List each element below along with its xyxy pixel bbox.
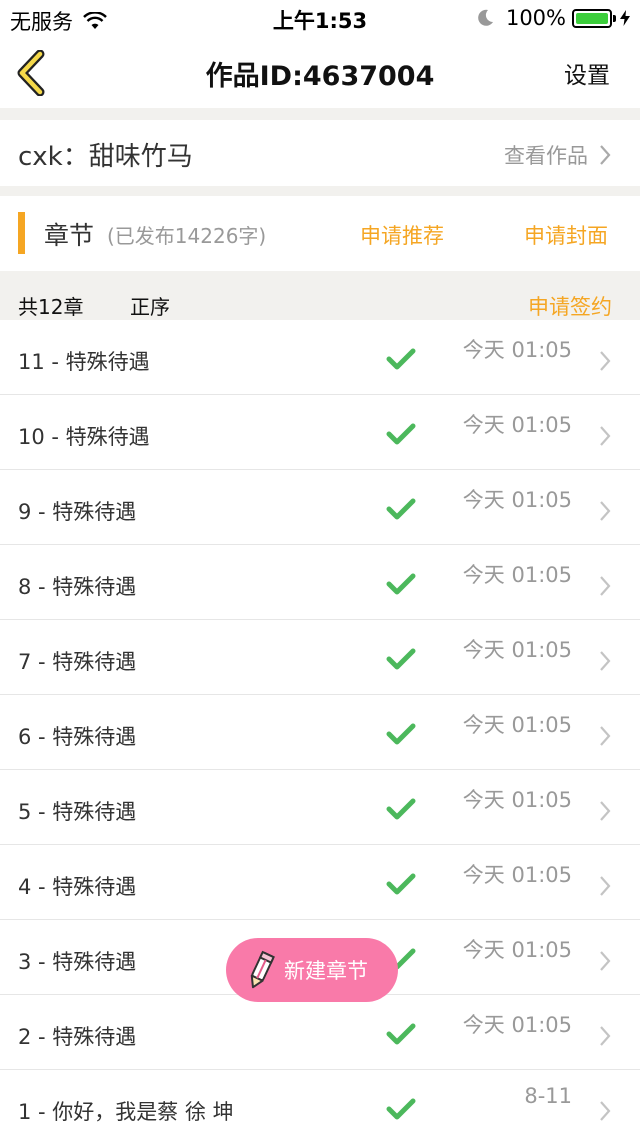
status-bar: 无服务 上午1:53 100% bbox=[0, 0, 640, 36]
chevron-right-icon bbox=[600, 576, 611, 596]
accent-bar bbox=[18, 212, 25, 254]
chevron-right-icon bbox=[600, 801, 611, 821]
apply-recommend-button[interactable]: 申请推荐 bbox=[360, 220, 444, 250]
chevron-right-icon bbox=[600, 651, 611, 671]
chapter-time: 今天 01:05 bbox=[462, 1013, 572, 1037]
divider bbox=[0, 186, 640, 196]
battery-icon bbox=[572, 8, 616, 28]
chapter-section-header: 章节 (已发布14226字) 申请推荐 申请封面 bbox=[0, 196, 640, 270]
chapter-row[interactable]: 11 - 特殊待遇 今天 01:05 bbox=[0, 320, 640, 395]
chapter-time: 今天 01:05 bbox=[462, 713, 572, 737]
chevron-right-icon bbox=[600, 145, 611, 165]
status-right: 100% bbox=[476, 6, 630, 30]
chapter-time: 今天 01:05 bbox=[462, 338, 572, 362]
chapter-time: 今天 01:05 bbox=[462, 788, 572, 812]
chapter-title: 2 - 特殊待遇 bbox=[18, 1025, 137, 1049]
check-icon bbox=[386, 498, 416, 520]
new-chapter-label: 新建章节 bbox=[284, 959, 368, 983]
chapter-row[interactable]: 2 - 特殊待遇 今天 01:05 bbox=[0, 995, 640, 1070]
check-icon bbox=[386, 1098, 416, 1120]
chevron-right-icon bbox=[600, 426, 611, 446]
divider bbox=[0, 108, 640, 120]
check-icon bbox=[386, 798, 416, 820]
chevron-right-icon bbox=[600, 726, 611, 746]
chevron-right-icon bbox=[600, 1026, 611, 1046]
check-icon bbox=[386, 648, 416, 670]
chapter-row[interactable]: 5 - 特殊待遇 今天 01:05 bbox=[0, 770, 640, 845]
chapter-time: 今天 01:05 bbox=[462, 413, 572, 437]
check-icon bbox=[386, 873, 416, 895]
chapter-title: 8 - 特殊待遇 bbox=[18, 575, 137, 599]
work-row[interactable]: cxk：甜味竹马 查看作品 bbox=[0, 120, 640, 186]
chapter-title: 9 - 特殊待遇 bbox=[18, 500, 137, 524]
nav-bar: 作品ID:4637004 设置 bbox=[0, 36, 640, 108]
chapter-title: 5 - 特殊待遇 bbox=[18, 800, 137, 824]
chapter-row[interactable]: 6 - 特殊待遇 今天 01:05 bbox=[0, 695, 640, 770]
bolt-icon bbox=[620, 10, 630, 26]
settings-button[interactable]: 设置 bbox=[564, 56, 610, 90]
chapter-row[interactable]: 7 - 特殊待遇 今天 01:05 bbox=[0, 620, 640, 695]
chapter-row[interactable]: 10 - 特殊待遇 今天 01:05 bbox=[0, 395, 640, 470]
chapter-time: 今天 01:05 bbox=[462, 488, 572, 512]
chapter-total: 共12章 bbox=[18, 295, 84, 319]
view-work-link[interactable]: 查看作品 bbox=[504, 140, 588, 170]
section-title: 章节 bbox=[44, 221, 95, 250]
chapter-time: 今天 01:05 bbox=[462, 563, 572, 587]
sort-order-button[interactable]: 正序 bbox=[130, 291, 170, 320]
pencil-icon bbox=[250, 950, 275, 989]
chapter-title: 7 - 特殊待遇 bbox=[18, 650, 137, 674]
check-icon bbox=[386, 348, 416, 370]
new-chapter-button[interactable]: 新建章节 bbox=[226, 938, 398, 1002]
chevron-right-icon bbox=[600, 351, 611, 371]
chapter-title: 6 - 特殊待遇 bbox=[18, 725, 137, 749]
chevron-right-icon bbox=[600, 876, 611, 896]
chapter-title: 3 - 特殊待遇 bbox=[18, 950, 137, 974]
published-count: (已发布14226字) bbox=[107, 224, 267, 248]
chapter-row[interactable]: 9 - 特殊待遇 今天 01:05 bbox=[0, 470, 640, 545]
chapter-time: 8-11 bbox=[524, 1084, 572, 1108]
chapter-time: 今天 01:05 bbox=[462, 938, 572, 962]
check-icon bbox=[386, 573, 416, 595]
chevron-right-icon bbox=[600, 501, 611, 521]
chapter-time: 今天 01:05 bbox=[462, 863, 572, 887]
chapter-row[interactable]: 4 - 特殊待遇 今天 01:05 bbox=[0, 845, 640, 920]
page-title: 作品ID:4637004 bbox=[205, 61, 435, 92]
check-icon bbox=[386, 423, 416, 445]
chapter-title: 4 - 特殊待遇 bbox=[18, 875, 137, 899]
chapter-title: 10 - 特殊待遇 bbox=[18, 425, 150, 449]
check-icon bbox=[386, 723, 416, 745]
chevron-right-icon bbox=[600, 951, 611, 971]
apply-sign-button[interactable]: 申请签约 bbox=[528, 291, 612, 321]
battery-percent: 100% bbox=[505, 6, 566, 30]
moon-icon bbox=[478, 9, 493, 26]
chapter-title: 11 - 特殊待遇 bbox=[18, 350, 150, 374]
chevron-right-icon bbox=[600, 1101, 611, 1121]
chapter-title: 1 - 你好，我是蔡 徐 坤 bbox=[18, 1100, 234, 1124]
apply-cover-button[interactable]: 申请封面 bbox=[524, 220, 608, 250]
work-name: cxk：甜味竹马 bbox=[18, 142, 193, 172]
chapter-row[interactable]: 1 - 你好，我是蔡 徐 坤 8-11 bbox=[0, 1070, 640, 1139]
chapter-row[interactable]: 8 - 特殊待遇 今天 01:05 bbox=[0, 545, 640, 620]
check-icon bbox=[386, 1023, 416, 1045]
chapter-time: 今天 01:05 bbox=[462, 638, 572, 662]
